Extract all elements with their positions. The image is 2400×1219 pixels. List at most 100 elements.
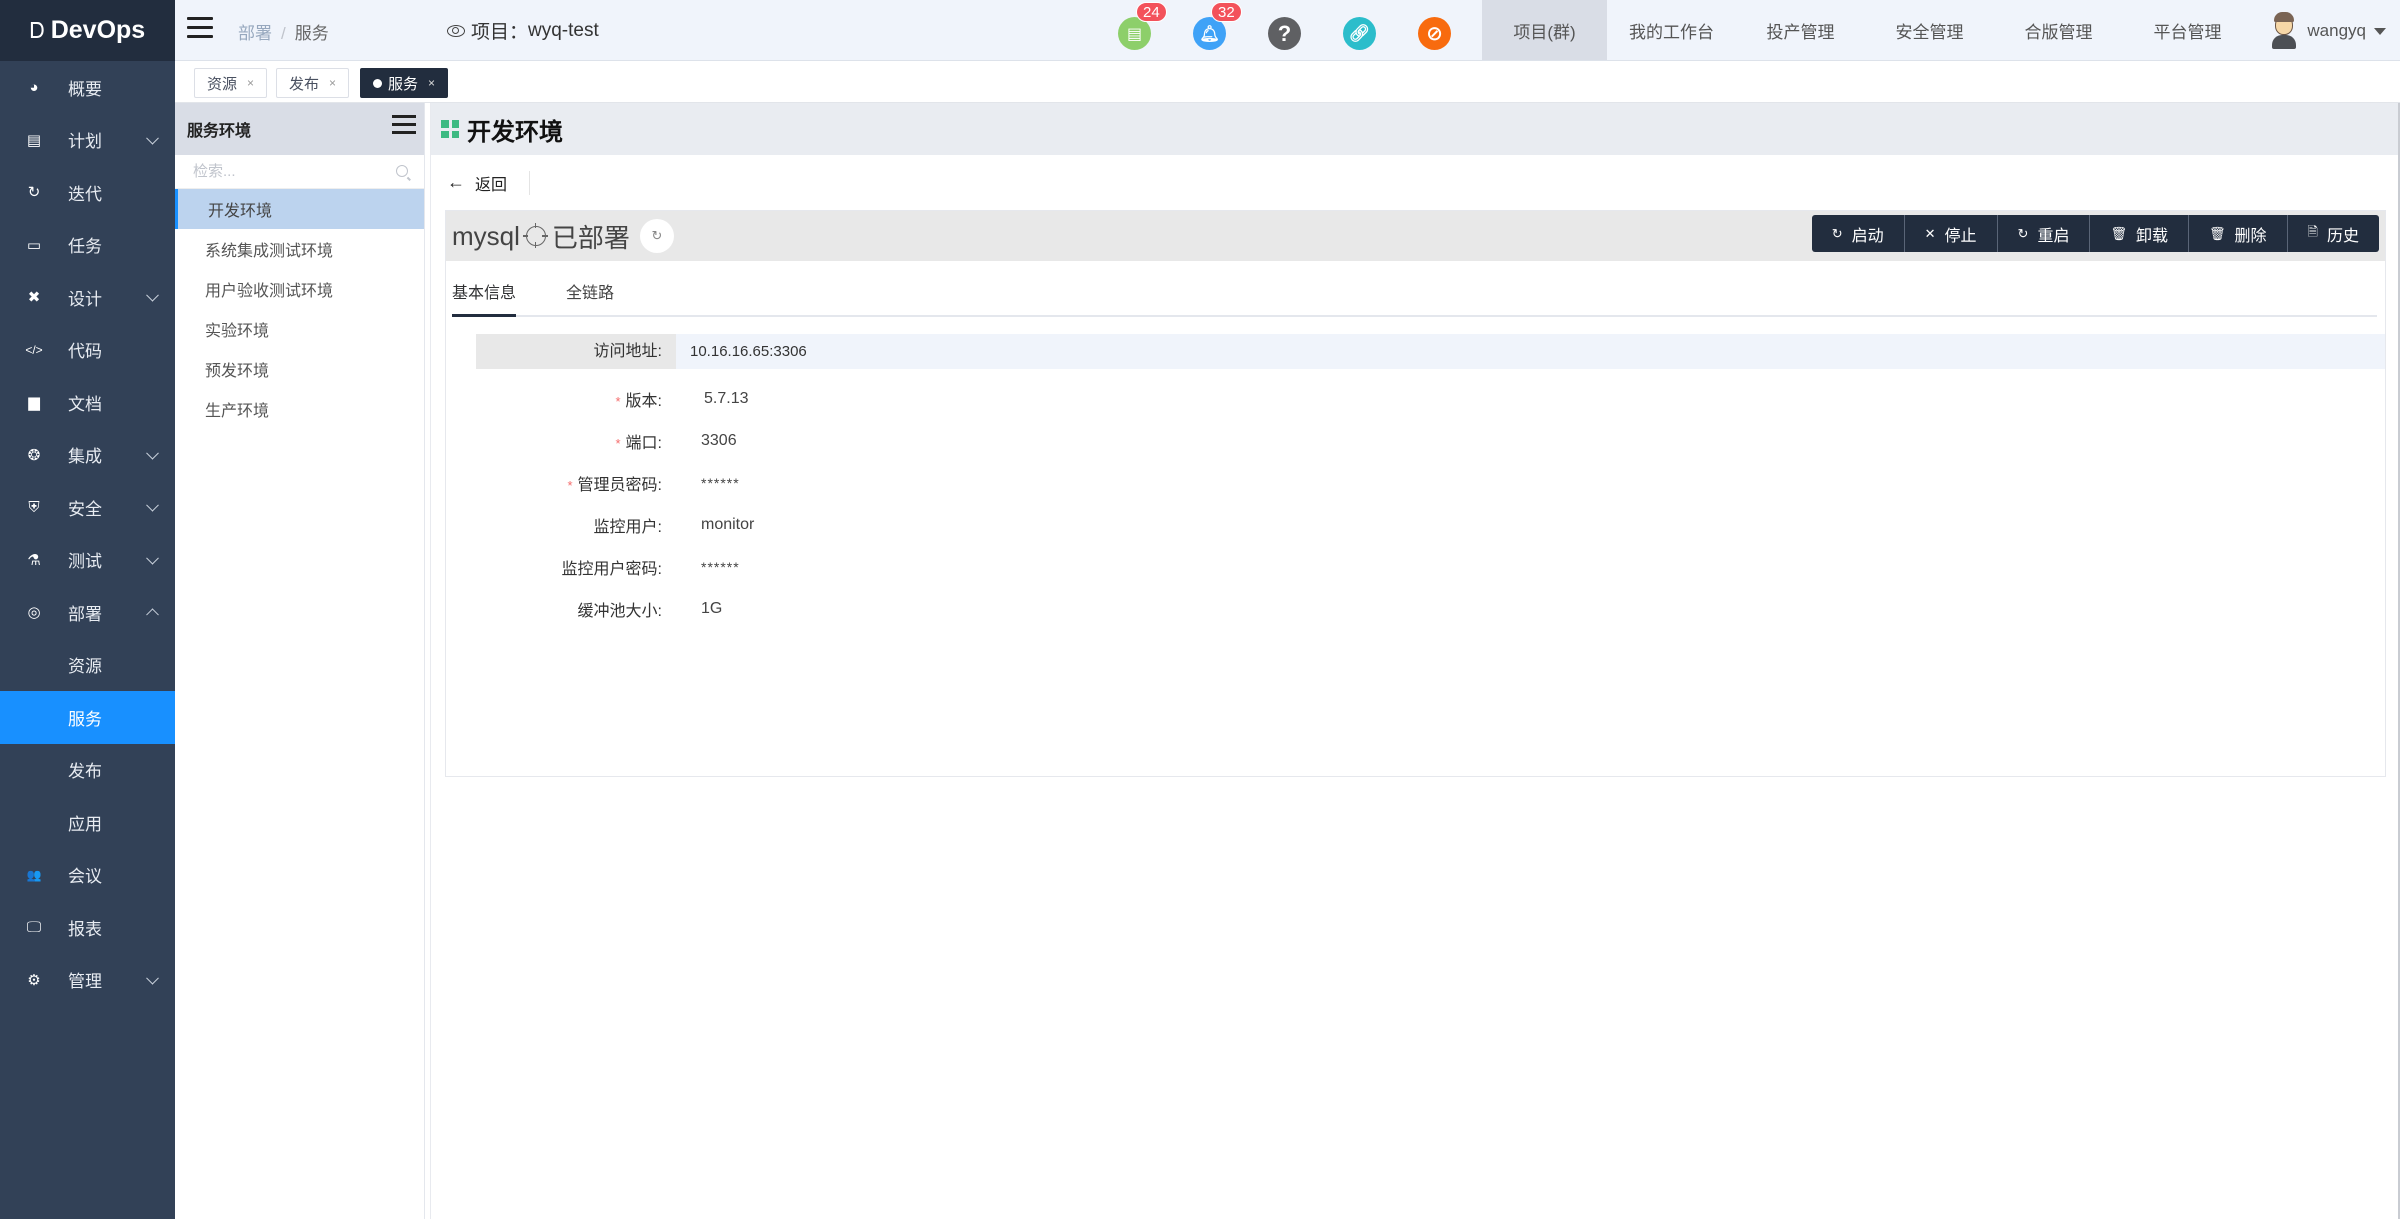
topnav-merge[interactable]: 合版管理 (1994, 0, 2123, 60)
breadcrumb-item[interactable]: 部署 (238, 24, 272, 43)
topnav-platform[interactable]: 平台管理 (2123, 0, 2252, 60)
sidebar-item-label: 报表 (68, 919, 102, 939)
sidebar-item-meeting[interactable]: 👥 会议 (0, 849, 175, 902)
topnav-workbench[interactable]: 我的工作台 (1607, 0, 1736, 60)
user-menu[interactable]: wangyq (2269, 12, 2386, 50)
link-button[interactable]: 🔗︎ (1343, 17, 1376, 50)
sidebar-item-code[interactable]: </> 代码 (0, 324, 175, 377)
sidebar-item-label: 资源 (68, 657, 102, 677)
service-card: mysql 已部署 ↻ ↻ 启动 ✕ 停止 ↻ 重启 🗑︎ 卸载 🗑︎ 删除 🗎 历史 基本… (445, 210, 2386, 777)
tag-release[interactable]: 发布 × (276, 68, 350, 98)
chevron-down-icon (146, 131, 159, 145)
topnav-production[interactable]: 投产管理 (1736, 0, 1865, 60)
environment-panel-title: 服务环境 (187, 123, 252, 140)
field-label-text: 管理员密码: (577, 477, 662, 494)
field-value: 5.7.13 (704, 390, 749, 407)
sidebar-item-design[interactable]: ✖ 设计 (0, 271, 175, 324)
restart-button[interactable]: ↻ 重启 (1996, 215, 2090, 252)
close-icon[interactable]: × (247, 76, 254, 90)
service-fields: 访问地址: 10.16.16.65:3306 * 版本: 5.7.13 * 端口: … (446, 334, 2385, 630)
topnav-security[interactable]: 安全管理 (1865, 0, 1994, 60)
delete-button[interactable]: 🗑︎ 删除 (2188, 215, 2287, 252)
topnav-projects[interactable]: 项目(群) (1482, 0, 1607, 60)
notifications-button[interactable]: 🔔︎ 32 (1193, 2, 1242, 50)
avatar (2269, 12, 2299, 50)
refresh-status-button[interactable]: ↻ (639, 219, 674, 253)
tag-service[interactable]: 服务 × (360, 68, 449, 98)
environment-item-sit[interactable]: 系统集成测试环境 (175, 229, 424, 269)
sidebar-item-plan[interactable]: ▤ 计划 (0, 114, 175, 167)
tag-resource[interactable]: 资源 × (194, 68, 268, 98)
design-icon: ✖ (27, 289, 41, 307)
chevron-down-icon (146, 551, 159, 565)
tab-full-trace[interactable]: 全链路 (566, 279, 614, 315)
todo-icon: ▤ (1126, 25, 1143, 43)
sidebar-item-label: 管理 (68, 972, 102, 992)
iteration-icon: ↻ (27, 184, 41, 202)
field-port: * 端口: 3306 (476, 420, 2385, 462)
file-icon: 🗎 (2307, 223, 2318, 239)
environment-search (175, 155, 424, 189)
button-label: 启动 (1851, 227, 1884, 245)
breadcrumb-current: 服务 (294, 24, 329, 43)
environment-item-prod[interactable]: 生产环境 (175, 389, 424, 429)
close-icon[interactable]: × (428, 76, 435, 90)
field-label-text: 版本: (625, 393, 662, 410)
button-label: 删除 (2234, 227, 2267, 245)
grid-icon (441, 120, 459, 138)
sidebar-item-label: 任务 (68, 237, 102, 257)
link-icon: 🔗︎ (1348, 23, 1371, 43)
environment-search-input[interactable] (175, 155, 424, 188)
environment-panel: 服务环境 开发环境 系统集成测试环境 用户验收测试环境 实验环境 预发环境 生产… (175, 103, 425, 1219)
sidebar-item-application[interactable]: 应用 (0, 796, 175, 849)
menu-icon[interactable] (392, 115, 416, 135)
flask-icon: ⚗ (27, 551, 41, 569)
required-marker: * (615, 394, 621, 409)
field-label: * 版本: (476, 387, 676, 411)
start-button[interactable]: ↻ 启动 (1812, 215, 1904, 252)
sidebar-item-label: 计划 (68, 132, 102, 152)
back-button[interactable]: ← 返回 (447, 170, 531, 195)
code-icon: </> (25, 342, 43, 357)
app-logo[interactable]: Ꭰ DevOps (0, 0, 175, 61)
sidebar-item-label: 服务 (68, 709, 102, 729)
back-row: ← 返回 (431, 155, 2398, 210)
environment-item-pre[interactable]: 预发环境 (175, 349, 424, 389)
sidebar-item-docs[interactable]: ▆ 文档 (0, 376, 175, 429)
sidebar-item-service[interactable]: 服务 (0, 691, 175, 744)
sidebar-item-deploy[interactable]: ◎ 部署 (0, 586, 175, 639)
sidebar-item-iteration[interactable]: ↻ 迭代 (0, 166, 175, 219)
sidebar-item-label: 安全 (68, 499, 102, 519)
environment-item-lab[interactable]: 实验环境 (175, 309, 424, 349)
help-button[interactable]: ? (1268, 17, 1301, 50)
menu-toggle-icon[interactable] (187, 17, 213, 39)
uninstall-button[interactable]: 🗑︎ 卸载 (2089, 215, 2188, 252)
stop-button[interactable]: ✕ 停止 (1903, 215, 1997, 252)
project-selector[interactable]: 项目： wyq-test (447, 17, 599, 44)
sidebar-item-resource[interactable]: 资源 (0, 639, 175, 692)
sidebar-item-task[interactable]: ▭ 任务 (0, 219, 175, 272)
service-status: 已部署 (551, 222, 630, 253)
sidebar-item-admin[interactable]: ⚙ 管理 (0, 954, 175, 1007)
no-bug-button[interactable]: ⊘ (1418, 17, 1451, 50)
todo-button[interactable]: ▤ 24 (1118, 2, 1167, 50)
active-dot-icon (373, 78, 382, 88)
sidebar-item-integration[interactable]: ❂ 集成 (0, 429, 175, 482)
bell-icon: 🔔︎ (1199, 25, 1220, 43)
history-button[interactable]: 🗎 历史 (2286, 215, 2379, 252)
environment-item-dev[interactable]: 开发环境 (175, 189, 424, 229)
sidebar-item-test[interactable]: ⚗ 测试 (0, 534, 175, 587)
sidebar-item-release[interactable]: 发布 (0, 744, 175, 797)
field-label: 访问地址: (476, 334, 676, 369)
sidebar-item-overview[interactable]: ◕ 概要 (0, 61, 175, 114)
tab-basic-info[interactable]: 基本信息 (452, 279, 517, 317)
field-label: * 端口: (476, 429, 676, 453)
sidebar-item-security[interactable]: ⛨ 安全 (0, 481, 175, 534)
sidebar-item-report[interactable]: 🖵 报表 (0, 901, 175, 954)
close-icon[interactable]: × (329, 76, 336, 90)
meeting-icon: 👥 (26, 867, 42, 882)
trash-icon: 🗑︎ (2110, 225, 2127, 241)
breadcrumb: 部署 / 服务 (238, 19, 329, 44)
search-icon[interactable] (396, 165, 408, 177)
environment-item-uat[interactable]: 用户验收测试环境 (175, 269, 424, 309)
